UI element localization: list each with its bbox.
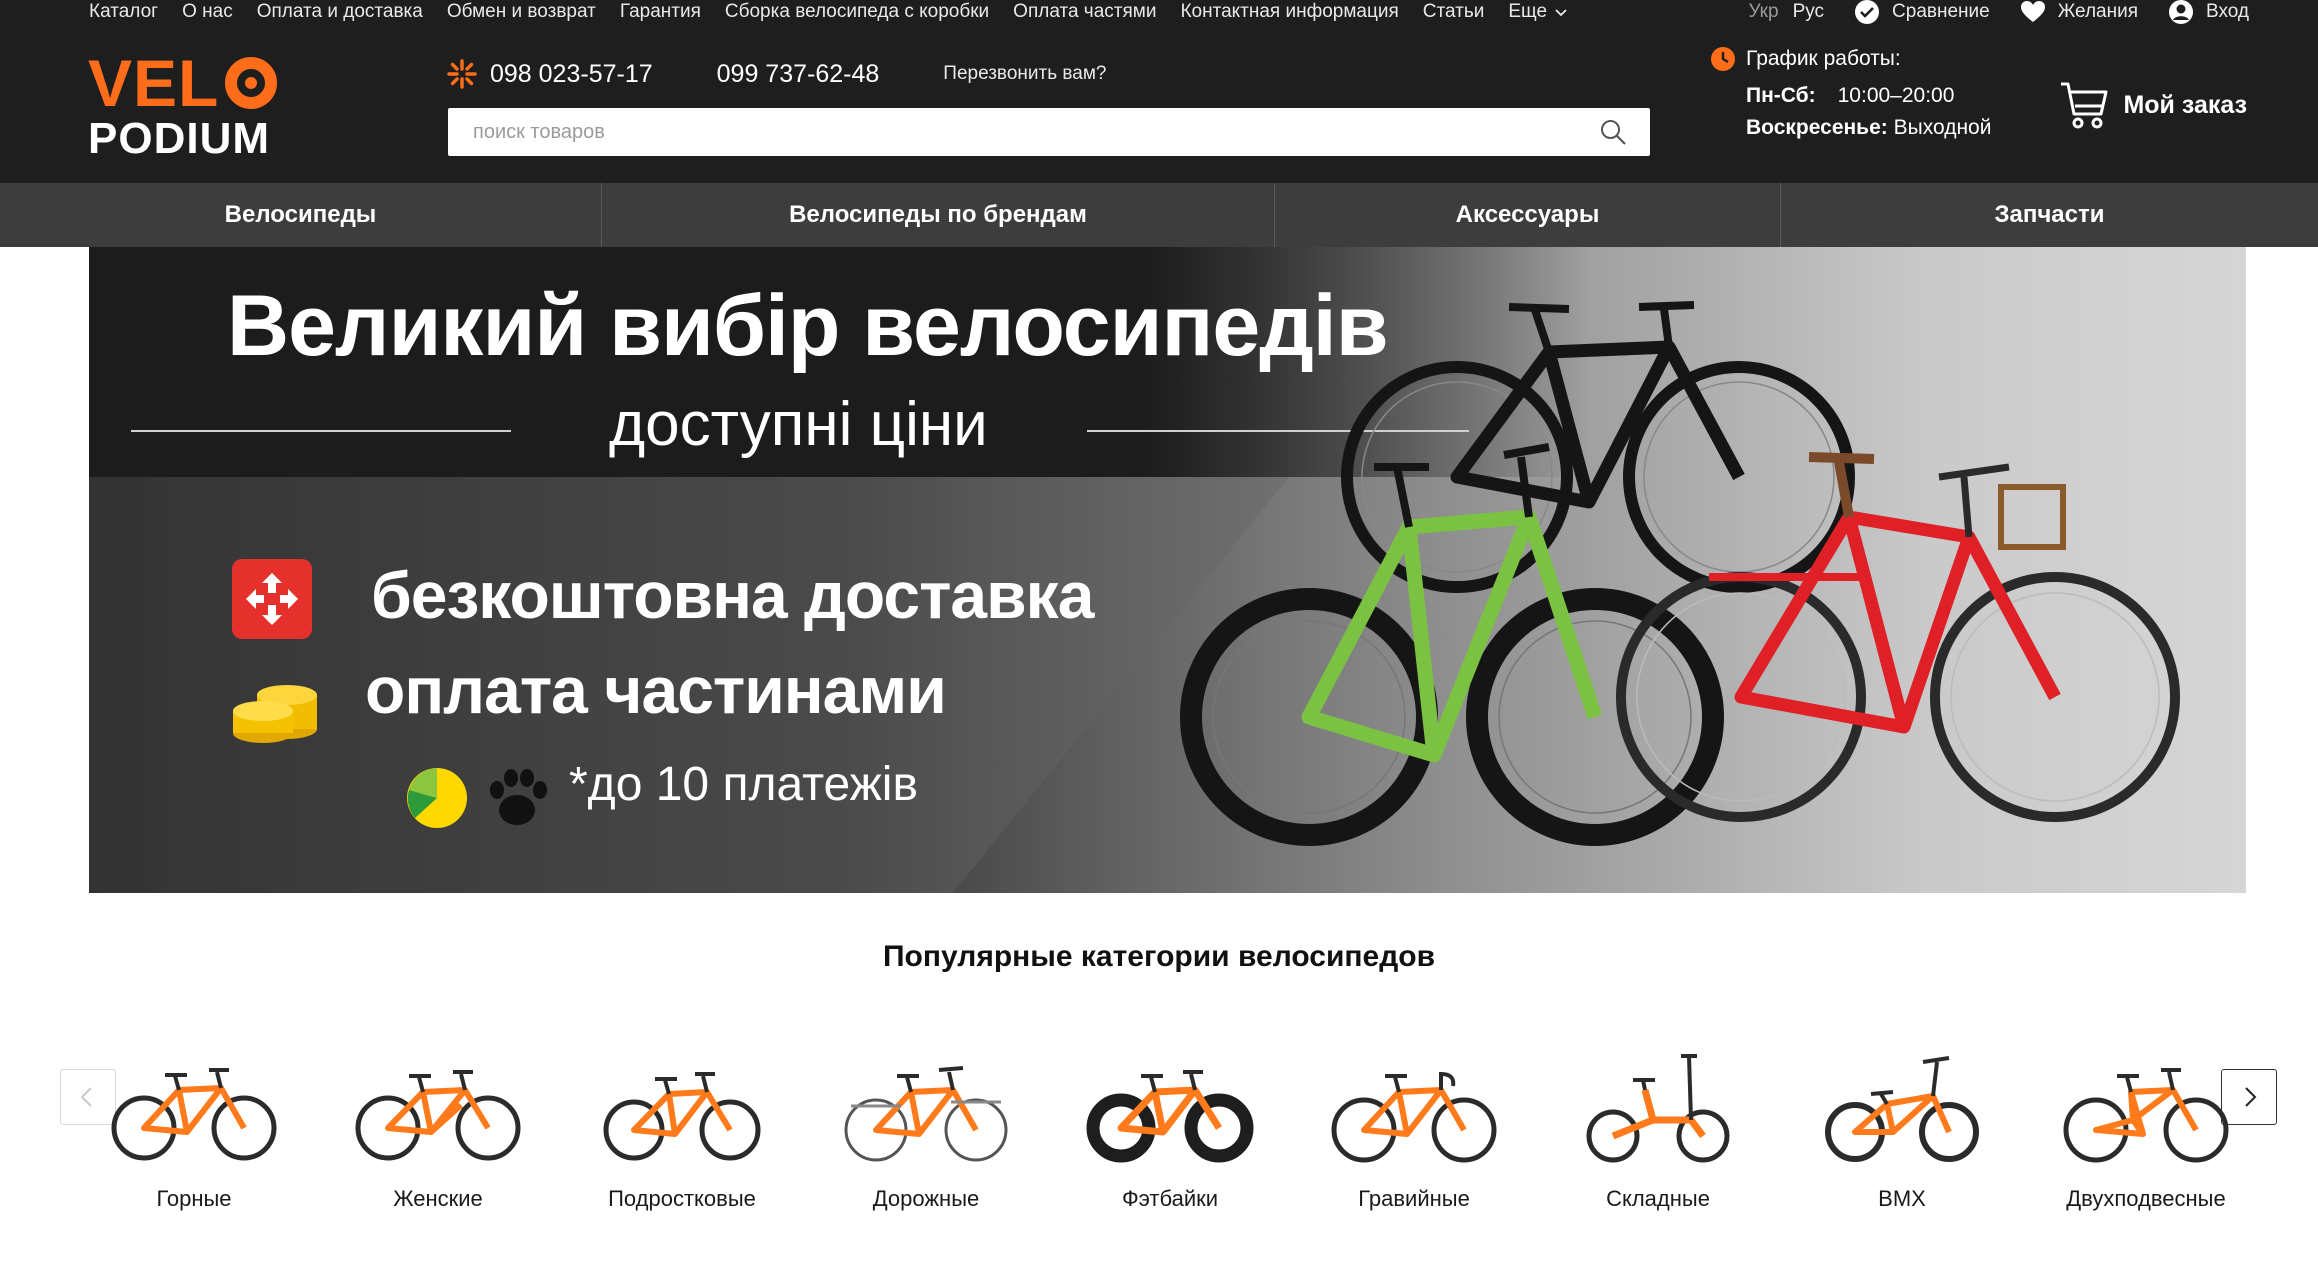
banner-subtitle: доступні ціни xyxy=(609,390,988,459)
banner-divider xyxy=(131,430,511,432)
popular-categories-title: Популярные категории велосипедов xyxy=(882,940,1436,973)
category-label: Двухподвесные xyxy=(2066,1186,2226,1211)
category-label: BMX xyxy=(1878,1186,1926,1211)
full-suspension-bike-icon xyxy=(2063,1068,2229,1163)
topnav-installments-link[interactable]: Оплата частями xyxy=(1013,0,1156,24)
category-label: Подростковые xyxy=(608,1186,756,1211)
banner-bikes-image xyxy=(1180,301,2180,846)
top-navigation: Каталог О нас Оплата и доставка Обмен и … xyxy=(89,0,1593,24)
category-women[interactable]: Женские xyxy=(333,1050,543,1230)
category-bmx[interactable]: BMX xyxy=(1797,1050,2007,1230)
promo-banner[interactable]: Великий вибір велосипедів доступні ціни … xyxy=(89,247,2246,893)
cart-icon xyxy=(2061,82,2108,129)
nova-poshta-icon xyxy=(232,559,312,639)
kyivstar-icon xyxy=(447,59,477,89)
city-bike-icon xyxy=(844,1066,1008,1162)
topnav-about-link[interactable]: О нас xyxy=(182,0,233,24)
category-label: Гравийные xyxy=(1358,1186,1470,1211)
nav-bicycles-by-brand[interactable]: Велосипеды по брендам xyxy=(602,183,1275,247)
top-right-bar: Укр Рус Сравнение Желания Вход xyxy=(1748,0,2249,24)
nav-accessories[interactable]: Аксессуары xyxy=(1275,183,1781,247)
payment-partner-icons xyxy=(407,768,547,828)
logo-velo: VEL xyxy=(88,50,288,116)
search-input[interactable] xyxy=(448,108,1598,156)
lang-ukr-link[interactable]: Укр xyxy=(1748,1,1778,23)
category-fatbike[interactable]: Фэтбайки xyxy=(1065,1050,1275,1230)
bmx-bike-icon xyxy=(1825,1056,1979,1162)
compare-label: Сравнение xyxy=(1892,1,1990,22)
search-bar xyxy=(448,108,1650,156)
contact-phones: 098 023-57-17 099 737-62-48 Перезвонить … xyxy=(446,58,1106,90)
category-gravel[interactable]: Гравийные xyxy=(1309,1050,1519,1230)
topnav-payment-delivery-link[interactable]: Оплата и доставка xyxy=(257,0,423,24)
schedule-weekdays: Пн-Сб: 10:00–20:00 xyxy=(1746,84,1955,107)
category-teen[interactable]: Подростковые xyxy=(577,1050,787,1230)
women-bike-icon xyxy=(355,1070,521,1161)
topnav-assembly-link[interactable]: Сборка велосипеда с коробки xyxy=(725,0,989,24)
phone-vodafone[interactable]: 099 737-62-48 xyxy=(717,60,880,89)
category-full-suspension[interactable]: Двухподвесные xyxy=(2041,1050,2251,1230)
compare-link[interactable]: Сравнение xyxy=(1854,0,1990,25)
cart-button[interactable]: Мой заказ xyxy=(2059,78,2247,132)
check-circle-icon xyxy=(1855,0,1880,24)
category-label: Фэтбайки xyxy=(1121,1186,1219,1211)
category-carousel: Горные Женские Подростковые Дорожные Фэт… xyxy=(89,1050,2249,1230)
nav-bicycles[interactable]: Велосипеды xyxy=(0,183,602,247)
category-label: Складные xyxy=(1606,1186,1710,1211)
banner-installments: оплата частинами xyxy=(365,653,947,727)
lang-rus-link[interactable]: Рус xyxy=(1793,1,1824,23)
topnav-more-dropdown[interactable]: Еще xyxy=(1508,0,1569,24)
nav-spare-parts[interactable]: Запчасти xyxy=(1781,183,2318,247)
topnav-exchange-return-link[interactable]: Обмен и возврат xyxy=(447,0,596,24)
login-link[interactable]: Вход xyxy=(2168,0,2249,25)
schedule-sunday: Воскресенье: Выходной xyxy=(1746,116,1992,139)
wishlist-link[interactable]: Желания xyxy=(2020,0,2138,25)
gravel-bike-icon xyxy=(1331,1071,1497,1163)
login-label: Вход xyxy=(2206,1,2249,22)
site-header: Каталог О нас Оплата и доставка Обмен и … xyxy=(0,0,2318,183)
teen-bike-icon xyxy=(603,1072,761,1161)
topnav-warranty-link[interactable]: Гарантия xyxy=(620,0,701,24)
mountain-bike-icon xyxy=(111,1068,277,1161)
language-switcher: Укр Рус xyxy=(1748,1,1824,23)
heart-icon xyxy=(2020,1,2045,22)
phone-kyivstar[interactable]: 098 023-57-17 xyxy=(490,60,653,89)
work-schedule: График работы: Пн-Сб: 10:00–20:00 Воскрес… xyxy=(1710,46,2040,140)
fatbike-icon xyxy=(1086,1070,1254,1163)
schedule-title: График работы: xyxy=(1746,47,1901,70)
chevron-down-icon xyxy=(1555,9,1567,17)
callback-link[interactable]: Перезвонить вам? xyxy=(943,63,1106,85)
search-icon[interactable] xyxy=(1598,117,1628,147)
topnav-more-label: Еще xyxy=(1508,1,1548,22)
logo-podium: PODIUM xyxy=(88,114,270,163)
site-logo[interactable]: VEL PODIUM xyxy=(88,50,288,164)
cart-label: Мой заказ xyxy=(2123,90,2247,119)
folding-bike-icon xyxy=(1586,1054,1730,1163)
topnav-articles-link[interactable]: Статьи xyxy=(1423,0,1485,24)
topnav-contacts-link[interactable]: Контактная информация xyxy=(1180,0,1398,24)
category-mountain[interactable]: Горные xyxy=(89,1050,299,1230)
user-icon xyxy=(2169,0,2194,24)
category-road[interactable]: Дорожные xyxy=(821,1050,1031,1230)
topnav-catalog-link[interactable]: Каталог xyxy=(89,0,158,24)
category-label: Женские xyxy=(393,1186,483,1211)
wishlist-label: Желания xyxy=(2057,1,2139,22)
clock-icon xyxy=(1711,47,1735,71)
coins-icon xyxy=(233,685,317,743)
main-category-nav: Велосипеды Велосипеды по брендам Аксессу… xyxy=(0,183,2318,247)
banner-free-delivery: безкоштовна доставка xyxy=(371,558,1094,632)
category-folding[interactable]: Складные xyxy=(1553,1050,1763,1230)
banner-payments-note: *до 10 платежів xyxy=(569,758,918,811)
category-label: Дорожные xyxy=(872,1186,980,1211)
category-label: Горные xyxy=(156,1186,232,1211)
